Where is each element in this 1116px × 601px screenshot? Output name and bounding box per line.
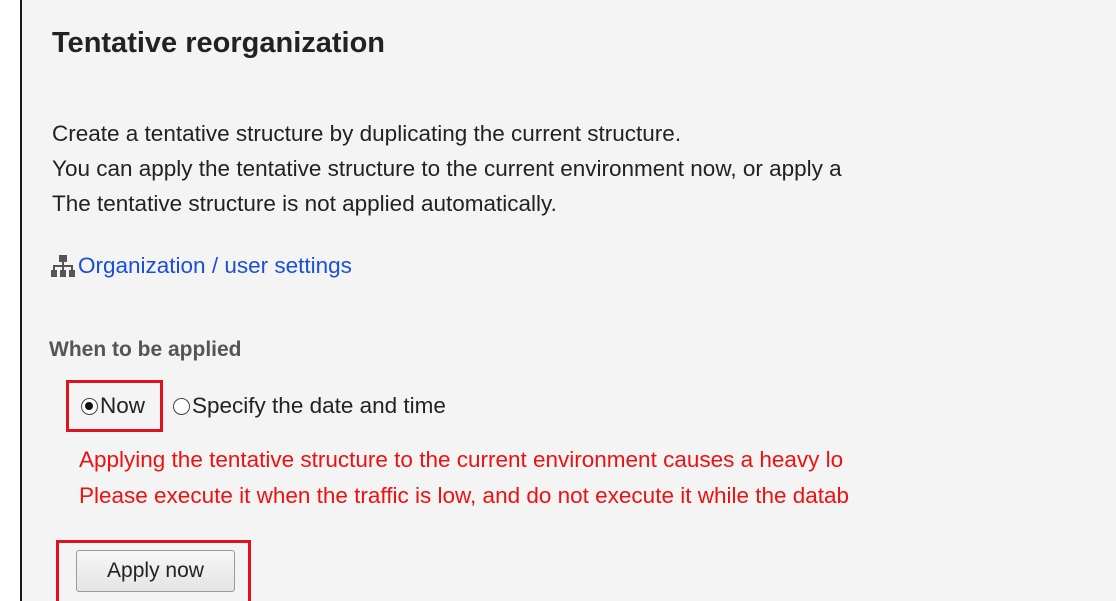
org-chart-icon [50,253,76,279]
warning-line: Applying the tentative structure to the … [79,447,844,472]
radio-specify-date-time[interactable]: Specify the date and time [173,393,446,419]
radio-now-indicator[interactable] [81,397,98,415]
organization-user-settings-label[interactable]: Organization / user settings [78,253,352,279]
description: Create a tentative structure by duplicat… [52,116,842,221]
radio-specify-date-time-label[interactable]: Specify the date and time [192,393,446,419]
description-line: You can apply the tentative structure to… [52,156,842,181]
organization-user-settings-link[interactable]: Organization / user settings [50,253,352,279]
description-line: The tentative structure is not applied a… [52,191,557,216]
radio-specify-date-time-indicator[interactable] [173,397,191,415]
warning-line: Please execute it when the traffic is lo… [79,483,850,508]
settings-panel: Tentative reorganization Create a tentat… [20,0,1116,601]
apply-now-button[interactable]: Apply now [76,550,235,592]
page-title: Tentative reorganization [52,27,386,59]
apply-timing-radio-group: Now Specify the date and time [66,378,446,434]
warning-message: Applying the tentative structure to the … [79,442,849,514]
description-line: Create a tentative structure by duplicat… [52,121,682,146]
when-to-be-applied-label: When to be applied [49,338,242,361]
radio-now-label[interactable]: Now [100,393,145,419]
now-option-highlight: Now [66,380,164,432]
radio-now[interactable]: Now [81,393,145,419]
